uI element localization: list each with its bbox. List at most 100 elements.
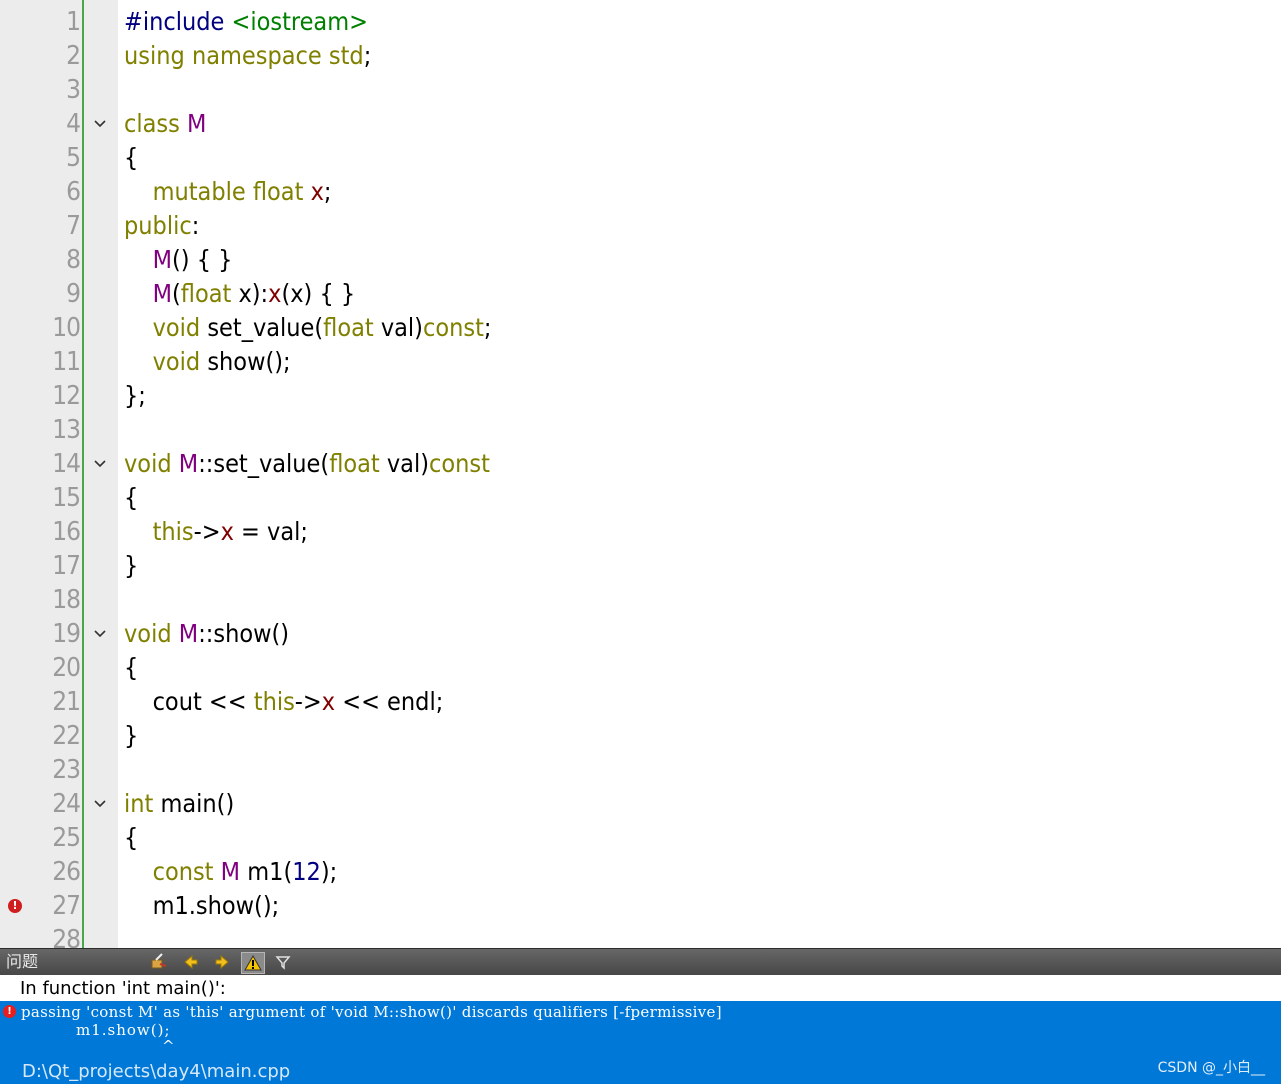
gutter-line[interactable]: 1 — [0, 5, 118, 39]
fold-chevron-icon[interactable] — [92, 116, 108, 132]
gutter-line[interactable]: 10 — [0, 311, 118, 345]
line-number: 26 — [52, 857, 81, 887]
code-line[interactable]: } — [124, 719, 138, 753]
code-line[interactable]: #include <iostream> — [124, 5, 368, 39]
warning-filter-icon[interactable] — [241, 952, 265, 974]
code-line[interactable]: class M — [124, 107, 206, 141]
code-line[interactable]: void M::set_value(float val)const — [124, 447, 490, 481]
code-token: M — [187, 109, 207, 138]
gutter-line[interactable]: 19 — [0, 617, 118, 651]
gutter-line[interactable]: 12 — [0, 379, 118, 413]
issue-error-row-selected[interactable]: ! passing 'const M' as 'this' argument o… — [0, 1001, 1281, 1084]
line-number: 27 — [52, 891, 81, 921]
gutter-line[interactable]: 20 — [0, 651, 118, 685]
code-line[interactable]: public: — [124, 209, 199, 243]
gutter-line[interactable]: 28 — [0, 923, 118, 948]
gutter-line[interactable]: 27! — [0, 889, 118, 923]
gutter-lines: 1 2 3 4 5 6 7 8 9 10 11 12 13 14 15 16 17 18 19 20 21 22 23 24 2… — [0, 5, 118, 948]
code-line[interactable]: cout << this->x << endl; — [124, 685, 444, 719]
gutter-line[interactable]: 17 — [0, 549, 118, 583]
issues-panel-title: 问题 — [6, 952, 39, 971]
code-token: float — [323, 313, 374, 342]
code-line[interactable]: { — [124, 481, 138, 515]
gutter-line[interactable]: 23 — [0, 753, 118, 787]
code-token: { — [124, 483, 139, 512]
gutter-line[interactable]: 2 — [0, 39, 118, 73]
code-line[interactable]: { — [124, 821, 138, 855]
gutter-line[interactable]: 9 — [0, 277, 118, 311]
prev-arrow-icon[interactable] — [180, 952, 202, 972]
code-token: cout << — [124, 687, 254, 716]
code-line[interactable]: void set_value(float val)const; — [124, 311, 492, 345]
gutter-line[interactable]: 16 — [0, 515, 118, 549]
gutter-line[interactable]: 25 — [0, 821, 118, 855]
code-token: -> — [193, 517, 221, 546]
gutter-line[interactable]: 14 — [0, 447, 118, 481]
issues-list[interactable]: In function 'int main()': ! passing 'con… — [0, 975, 1281, 1084]
fold-chevron-icon[interactable] — [92, 796, 108, 812]
gutter-line[interactable]: 26 — [0, 855, 118, 889]
code-editor[interactable]: 1 2 3 4 5 6 7 8 9 10 11 12 13 14 15 16 17 18 19 20 21 22 23 24 2… — [0, 0, 1281, 948]
gutter-line[interactable]: 21 — [0, 685, 118, 719]
line-number: 15 — [52, 483, 81, 513]
next-arrow-icon[interactable] — [211, 952, 233, 972]
gutter-line[interactable]: 24 — [0, 787, 118, 821]
line-number: 3 — [66, 75, 81, 105]
error-marker-icon[interactable]: ! — [8, 899, 22, 913]
issue-file-path[interactable]: D:\Qt_projects\day4\main.cpp — [22, 1061, 290, 1082]
clean-icon[interactable] — [148, 952, 170, 972]
gutter-line[interactable]: 6 — [0, 175, 118, 209]
code-line[interactable]: m1.show(); — [124, 889, 280, 923]
line-number: 10 — [52, 313, 81, 343]
line-number: 5 — [66, 143, 81, 173]
code-line[interactable]: M(float x):x(x) { } — [124, 277, 356, 311]
code-token: ; — [363, 41, 372, 70]
code-line[interactable]: mutable float x; — [124, 175, 332, 209]
gutter-line[interactable]: 18 — [0, 583, 118, 617]
code-line[interactable]: }; — [124, 379, 146, 413]
code-line[interactable]: using namespace std; — [124, 39, 371, 73]
code-token: { — [124, 823, 139, 852]
code-token: x): — [231, 279, 269, 308]
code-line[interactable]: M() { } — [124, 243, 233, 277]
code-token: show(); — [200, 347, 291, 376]
code-line[interactable]: } — [124, 549, 138, 583]
gutter-line[interactable]: 4 — [0, 107, 118, 141]
code-token: { — [124, 143, 139, 172]
code-token: x — [268, 279, 282, 308]
code-line[interactable]: int main() — [124, 787, 234, 821]
line-number: 28 — [52, 925, 81, 948]
code-line[interactable]: void M::show() — [124, 617, 289, 651]
gutter-line[interactable]: 13 — [0, 413, 118, 447]
gutter-line[interactable]: 22 — [0, 719, 118, 753]
line-number: 24 — [52, 789, 81, 819]
issue-function-context[interactable]: In function 'int main()': — [20, 975, 226, 1001]
code-token: using — [124, 41, 185, 70]
code-token: ); — [320, 857, 338, 886]
filter-icon[interactable] — [273, 952, 295, 972]
gutter-line[interactable]: 5 — [0, 141, 118, 175]
gutter-line[interactable]: 8 — [0, 243, 118, 277]
code-token: x — [310, 177, 324, 206]
gutter-line[interactable]: 3 — [0, 73, 118, 107]
code-token: M — [220, 857, 241, 886]
fold-chevron-icon[interactable] — [92, 456, 108, 472]
code-line[interactable]: this->x = val; — [124, 515, 308, 549]
gutter-line[interactable]: 7 — [0, 209, 118, 243]
code-line[interactable]: const M m1(12); — [124, 855, 338, 889]
code-line[interactable]: void show(); — [124, 345, 291, 379]
gutter-line[interactable]: 15 — [0, 481, 118, 515]
code-token: void — [152, 347, 201, 376]
code-line[interactable]: { — [124, 651, 138, 685]
code-line[interactable]: { — [124, 141, 138, 175]
code-token: = val; — [233, 517, 308, 546]
gutter-line[interactable]: 11 — [0, 345, 118, 379]
code-token: float — [180, 279, 232, 308]
fold-chevron-icon[interactable] — [92, 626, 108, 642]
